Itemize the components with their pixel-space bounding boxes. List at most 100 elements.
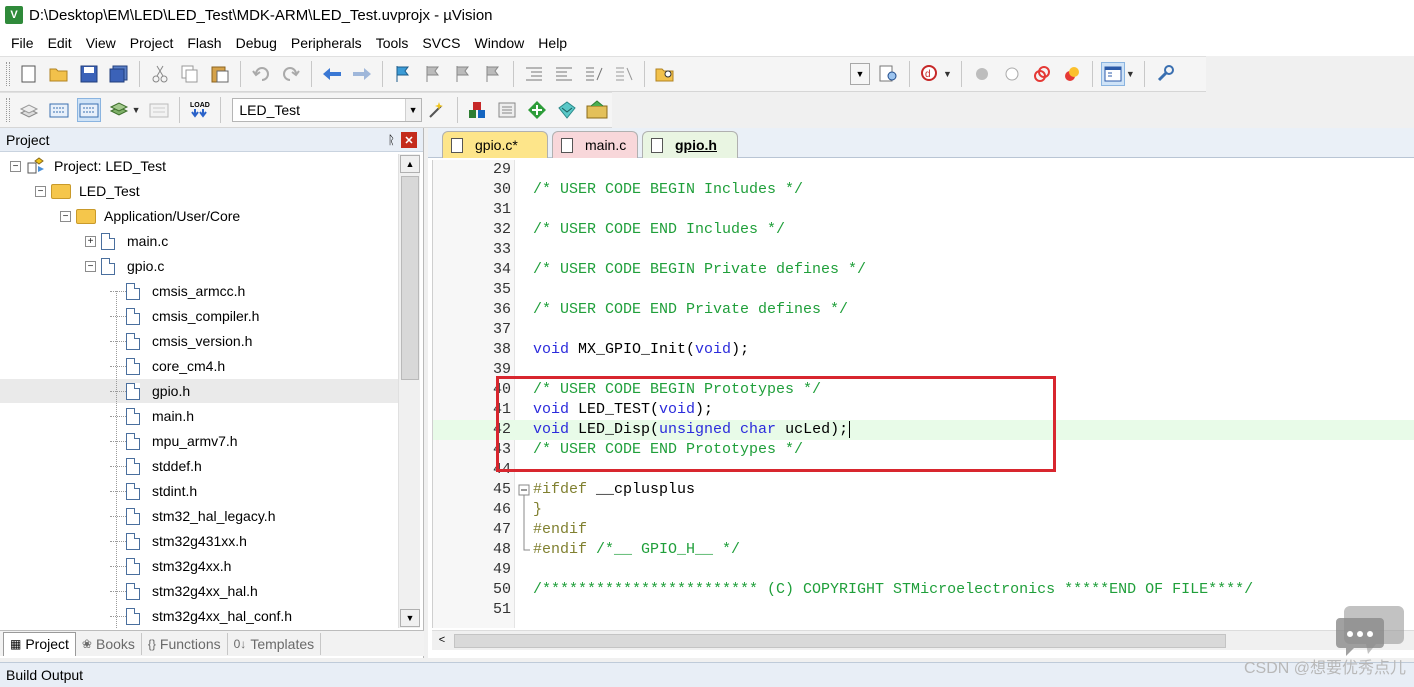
- redo-icon[interactable]: [279, 62, 303, 86]
- editor-tab[interactable]: gpio.c*: [442, 131, 548, 158]
- tree-item[interactable]: mpu_armv7.h: [0, 429, 398, 453]
- navigate-back-icon[interactable]: [320, 62, 344, 86]
- panel-tab-functions[interactable]: {} Functions: [142, 632, 228, 655]
- cut-icon[interactable]: [148, 62, 172, 86]
- find-icon[interactable]: [877, 62, 901, 86]
- tree-item[interactable]: stm32g4xx_hal.h: [0, 579, 398, 603]
- debug-session-icon[interactable]: d: [918, 62, 942, 86]
- toolbar-grip[interactable]: [6, 62, 10, 86]
- comment-icon[interactable]: [582, 62, 606, 86]
- code-line[interactable]: 35: [433, 280, 1414, 300]
- save-all-icon[interactable]: [107, 62, 131, 86]
- build-icon[interactable]: [47, 98, 71, 122]
- paste-icon[interactable]: [208, 62, 232, 86]
- collapse-icon[interactable]: −: [10, 160, 21, 172]
- translate-icon[interactable]: [17, 98, 41, 122]
- code-line[interactable]: 45 #ifdef __cplusplus: [433, 480, 1414, 500]
- unindent-icon[interactable]: [552, 62, 576, 86]
- bookmark-insert-icon[interactable]: [391, 62, 415, 86]
- select-packs-icon[interactable]: [495, 98, 519, 122]
- menu-window[interactable]: Window: [468, 32, 532, 54]
- editor-horizontal-scrollbar[interactable]: <: [432, 630, 1414, 650]
- options-for-target-icon[interactable]: [425, 98, 449, 122]
- editor-tab[interactable]: gpio.h: [642, 131, 738, 158]
- bookmark-next-icon[interactable]: [451, 62, 475, 86]
- stop-build-icon[interactable]: [148, 98, 172, 122]
- tree-item[interactable]: stddef.h: [0, 454, 398, 478]
- pack-installer-icon[interactable]: [555, 98, 579, 122]
- tree-item[interactable]: main.h: [0, 404, 398, 428]
- configure-wrench-icon[interactable]: [1153, 62, 1177, 86]
- tree-item[interactable]: gpio.h: [0, 379, 398, 403]
- pin-icon[interactable]: ᚱ: [388, 133, 395, 147]
- manage-rte-icon[interactable]: [525, 98, 549, 122]
- tree-item[interactable]: cmsis_compiler.h: [0, 304, 398, 328]
- menu-view[interactable]: View: [79, 32, 123, 54]
- menu-file[interactable]: File: [4, 32, 41, 54]
- rebuild-icon[interactable]: [76, 98, 101, 122]
- code-line[interactable]: 49: [433, 560, 1414, 580]
- code-line[interactable]: 32 /* USER CODE END Includes */: [433, 220, 1414, 240]
- tree-item[interactable]: stm32g4xx_hal_conf.h: [0, 604, 398, 628]
- code-line[interactable]: 46}: [433, 500, 1414, 520]
- manage-project-items-icon[interactable]: [466, 98, 490, 122]
- tree-item[interactable]: stdint.h: [0, 479, 398, 503]
- collapse-icon[interactable]: −: [35, 185, 46, 197]
- menu-flash[interactable]: Flash: [180, 32, 228, 54]
- open-folder-icon[interactable]: [47, 62, 71, 86]
- collapse-icon[interactable]: −: [60, 210, 71, 222]
- tree-item[interactable]: stm32g4xx.h: [0, 554, 398, 578]
- code-line[interactable]: 38 void MX_GPIO_Init(void);: [433, 340, 1414, 360]
- tree-item[interactable]: cmsis_version.h: [0, 329, 398, 353]
- toolbar-grip[interactable]: [6, 98, 10, 122]
- navigate-forward-icon[interactable]: [350, 62, 374, 86]
- scroll-left-icon[interactable]: <: [434, 632, 450, 648]
- fold-collapse-icon[interactable]: [518, 480, 530, 500]
- menu-tools[interactable]: Tools: [369, 32, 416, 54]
- menu-debug[interactable]: Debug: [229, 32, 284, 54]
- code-line[interactable]: 33: [433, 240, 1414, 260]
- target-select[interactable]: LED_Test ▼: [232, 98, 422, 122]
- collapse-icon[interactable]: −: [85, 260, 96, 272]
- breakpoint-disable-all-icon[interactable]: [1030, 62, 1054, 86]
- code-line[interactable]: 30 /* USER CODE BEGIN Includes */: [433, 180, 1414, 200]
- code-line[interactable]: 34 /* USER CODE BEGIN Private defines */: [433, 260, 1414, 280]
- scroll-up-icon[interactable]: ▲: [400, 155, 420, 173]
- breakpoint-kill-all-icon[interactable]: [1060, 62, 1084, 86]
- breakpoint-enable-icon[interactable]: [1000, 62, 1024, 86]
- code-line[interactable]: 37: [433, 320, 1414, 340]
- tree-item[interactable]: − Project: LED_Test: [0, 154, 398, 178]
- menu-help[interactable]: Help: [531, 32, 574, 54]
- scrollbar-thumb[interactable]: [454, 634, 1226, 648]
- tree-item[interactable]: − Application/User/Core: [0, 204, 398, 228]
- download-load-icon[interactable]: LOAD: [188, 98, 212, 122]
- panel-tab-project[interactable]: ▦ Project: [3, 631, 76, 656]
- save-icon[interactable]: [77, 62, 101, 86]
- tree-item[interactable]: stm32_hal_legacy.h: [0, 504, 398, 528]
- undo-icon[interactable]: [249, 62, 273, 86]
- batch-build-icon[interactable]: [107, 98, 131, 122]
- find-in-files-icon[interactable]: [653, 62, 677, 86]
- code-line[interactable]: 36 /* USER CODE END Private defines */: [433, 300, 1414, 320]
- scroll-down-icon[interactable]: ▼: [400, 609, 420, 627]
- menu-svcs[interactable]: SVCS: [415, 32, 467, 54]
- chevron-down-icon[interactable]: ▼: [404, 99, 421, 121]
- chevron-down-icon[interactable]: ▼: [943, 69, 952, 79]
- window-layout-icon[interactable]: [1100, 62, 1125, 86]
- tree-item[interactable]: − LED_Test: [0, 179, 398, 203]
- pack-manager-icon[interactable]: [585, 98, 609, 122]
- menu-peripherals[interactable]: Peripherals: [284, 32, 369, 54]
- close-icon[interactable]: ✕: [401, 132, 417, 148]
- panel-tab-templates[interactable]: 0↓ Templates: [228, 632, 322, 655]
- new-file-icon[interactable]: [17, 62, 41, 86]
- bookmark-clear-icon[interactable]: [481, 62, 505, 86]
- menu-project[interactable]: Project: [123, 32, 181, 54]
- uncomment-icon[interactable]: [612, 62, 636, 86]
- find-combo-dropdown[interactable]: ▼: [850, 63, 870, 85]
- expand-icon[interactable]: +: [85, 235, 96, 247]
- chevron-down-icon[interactable]: ▼: [1126, 69, 1135, 79]
- scrollbar-thumb[interactable]: [401, 176, 419, 380]
- panel-tab-books[interactable]: ❀ Books: [76, 632, 142, 655]
- breakpoint-insert-icon[interactable]: [970, 62, 994, 86]
- tree-item[interactable]: cmsis_armcc.h: [0, 279, 398, 303]
